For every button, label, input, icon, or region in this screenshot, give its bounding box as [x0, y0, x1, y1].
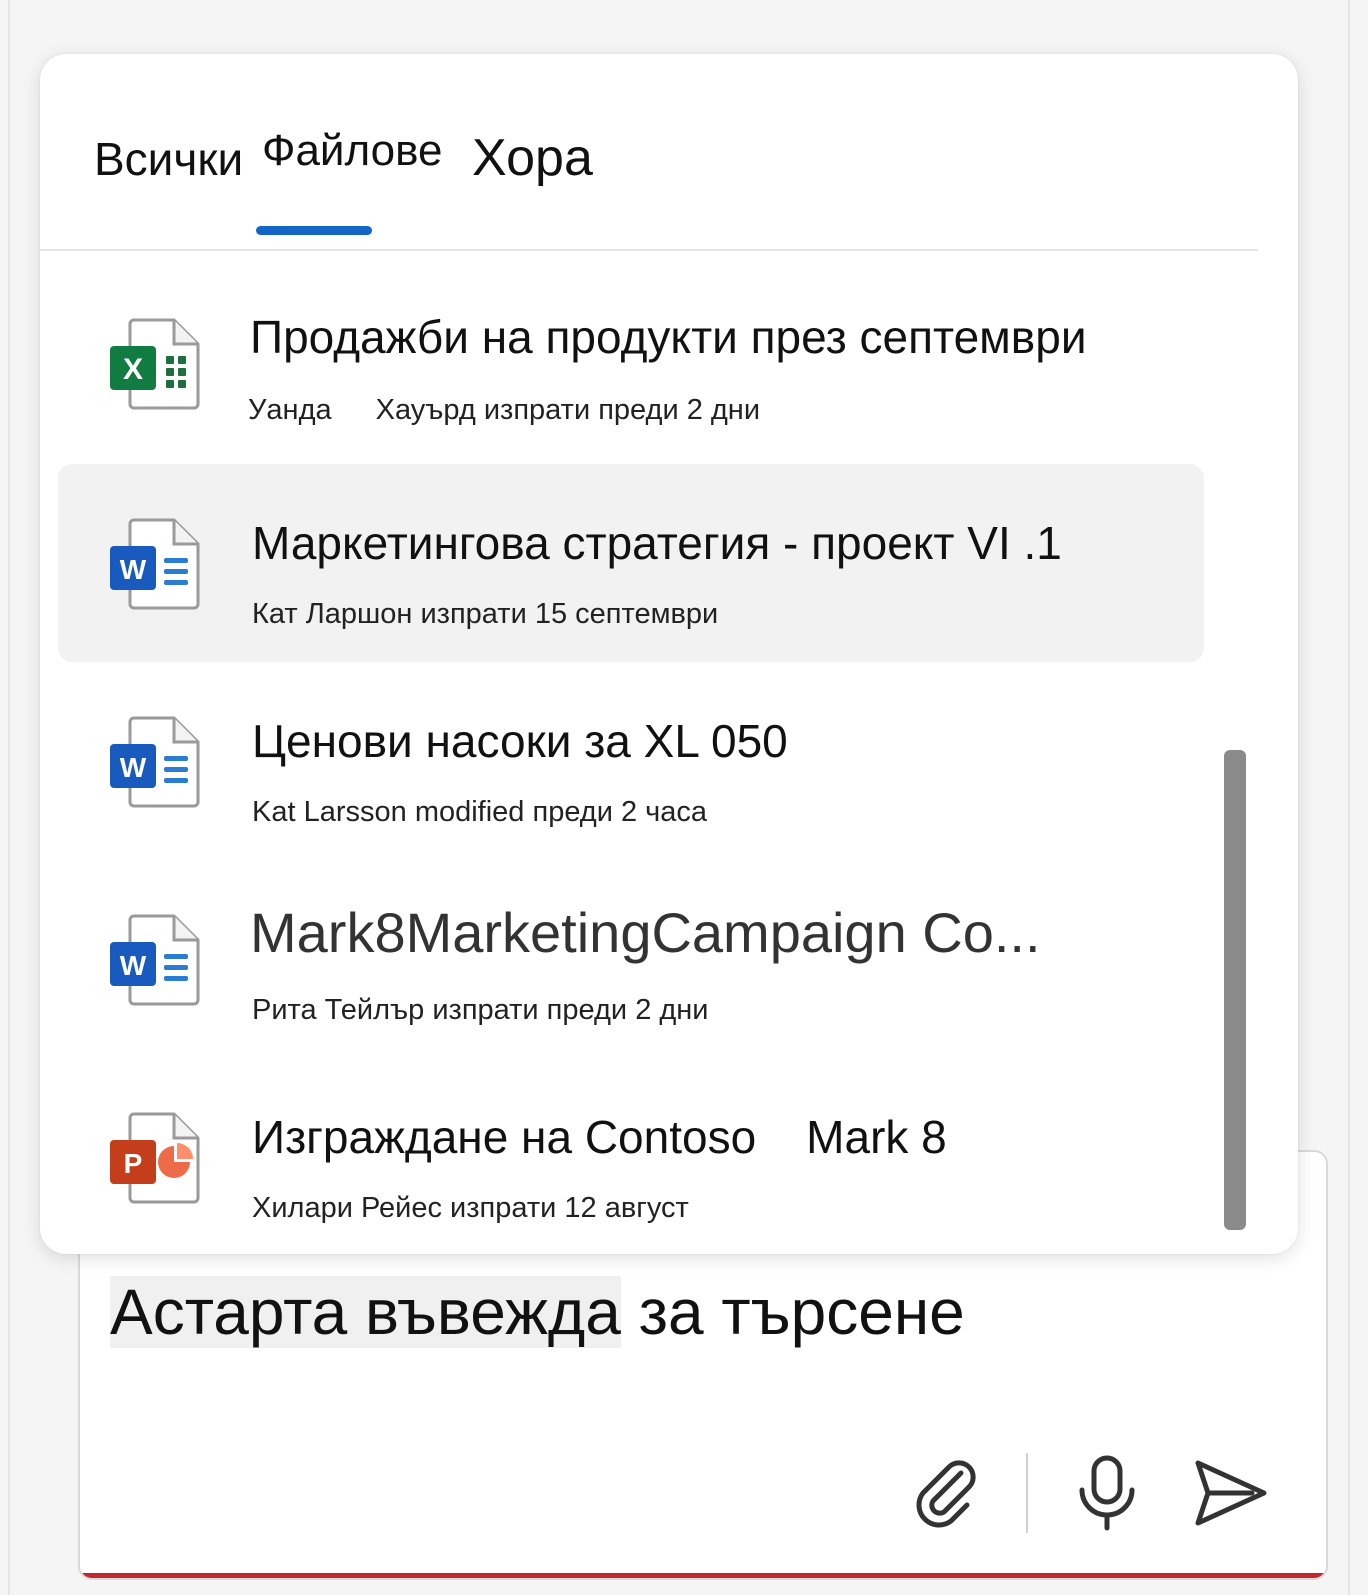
- svg-text:W: W: [120, 950, 147, 981]
- word-file-icon: W: [110, 914, 200, 1006]
- toolbar-separator: [1026, 1453, 1028, 1533]
- page-edge-left: [8, 0, 10, 1595]
- word-file-icon: W: [110, 518, 200, 610]
- file-list-item[interactable]: P Изграждане на Contoso Mark 8 Хилари Рей…: [58, 1058, 1204, 1254]
- file-meta-activity: Хауърд изпрати преди 2 дни: [375, 394, 761, 426]
- composer-input-text[interactable]: Астарта въвежда за търсене: [110, 1272, 965, 1352]
- file-suggestions-popup: Всички Файлове Хора X Продажби на продук…: [40, 54, 1298, 1254]
- file-meta: Уанда Хауърд изпрати преди 2 дни: [248, 394, 760, 427]
- file-meta: Рита Тейлър изпрати преди 2 дни: [252, 994, 709, 1026]
- file-list-item[interactable]: W Ценови насоки за XL 050 Kat Larsson mo…: [58, 662, 1204, 860]
- file-list-item-selected[interactable]: W Маркетингова стратегия - проект VI .1 …: [58, 464, 1204, 662]
- microphone-button[interactable]: [1062, 1448, 1152, 1538]
- attach-button[interactable]: [902, 1448, 992, 1538]
- send-icon: [1195, 1460, 1267, 1526]
- powerpoint-file-icon: P: [110, 1112, 200, 1204]
- composer-text-highlight: Астарта въвежда: [110, 1276, 621, 1348]
- tab-people[interactable]: Хора: [472, 128, 593, 188]
- microphone-icon: [1079, 1455, 1135, 1531]
- file-meta: Хилари Рейес изпрати 12 август: [252, 1192, 689, 1224]
- svg-text:X: X: [123, 353, 143, 386]
- composer-text-rest: за търсене: [620, 1276, 965, 1348]
- file-meta: Кат Ларшон изпрати 15 септември: [252, 598, 719, 630]
- tab-all[interactable]: Всички: [94, 132, 243, 186]
- svg-text:W: W: [120, 554, 147, 585]
- file-list-item[interactable]: X Продажби на продукти през септември Уа…: [58, 264, 1204, 462]
- file-title: Изграждане на Contoso Mark 8: [252, 1110, 947, 1164]
- svg-text:W: W: [120, 752, 147, 783]
- composer-focus-underline: [80, 1573, 1326, 1578]
- page-edge-right: [1348, 0, 1350, 1595]
- file-title-part-b: Mark 8: [806, 1111, 947, 1163]
- composer-toolbar: [902, 1448, 1276, 1538]
- excel-file-icon: X: [110, 318, 200, 410]
- file-title: Продажби на продукти през септември: [250, 311, 1087, 363]
- file-meta-author: Уанда: [248, 394, 332, 426]
- active-tab-indicator: [256, 226, 372, 235]
- file-title: Ценови насоки за XL 050: [252, 715, 788, 767]
- svg-text:P: P: [124, 1148, 143, 1179]
- file-meta: Kat Larsson modified преди 2 часа: [252, 796, 708, 828]
- file-title: Маркетингова стратегия - проект VI .1: [252, 517, 1062, 569]
- paperclip-icon: [916, 1460, 976, 1528]
- tab-files[interactable]: Файлове: [262, 126, 443, 176]
- popup-tabs: Всички Файлове Хора: [40, 54, 1258, 251]
- file-title-part-a: Изграждане на Contoso: [252, 1111, 757, 1163]
- list-scrollbar-thumb[interactable]: [1224, 750, 1246, 1230]
- word-file-icon: W: [110, 716, 200, 808]
- send-button[interactable]: [1186, 1448, 1276, 1538]
- file-list: X Продажби на продукти през септември Уа…: [40, 254, 1298, 1254]
- file-title: Mark8MarketingCampaign Co...: [250, 901, 1041, 964]
- file-list-item[interactable]: W Mark8MarketingCampaign Co... Рита Тейл…: [58, 860, 1204, 1058]
